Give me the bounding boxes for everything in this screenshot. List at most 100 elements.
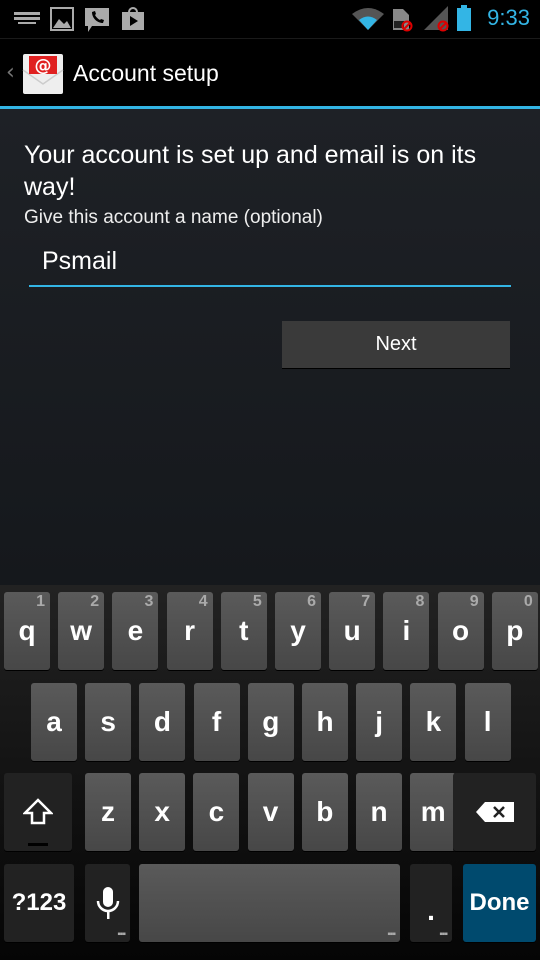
play-store-icon [122, 7, 144, 30]
signal-no-icon [424, 6, 449, 32]
key-hint: 2 [90, 593, 100, 610]
phone-message-icon [85, 8, 109, 32]
key-hint: 8 [415, 593, 425, 610]
key-label: x [154, 796, 170, 827]
voice-input-key[interactable]: ▪▪▪ [85, 864, 130, 942]
key-h[interactable]: h [302, 683, 348, 761]
key-hint: 5 [252, 593, 262, 610]
key-label: v [262, 796, 279, 827]
key-label: g [262, 706, 280, 737]
key-e[interactable]: e3 [112, 592, 159, 670]
content-area: Your account is set up and email is on i… [0, 109, 540, 585]
period-key[interactable]: . ▪▪▪ [410, 864, 452, 942]
key-c[interactable]: c [193, 773, 240, 851]
shift-indicator [28, 843, 48, 846]
key-label: ?123 [11, 889, 67, 916]
key-v[interactable]: v [247, 773, 294, 851]
key-label: k [425, 706, 442, 737]
account-name-input[interactable]: Psmail [29, 241, 511, 287]
key-f[interactable]: f [193, 683, 240, 761]
key-w[interactable]: w2 [58, 592, 105, 670]
key-label: f [211, 706, 222, 737]
key-hint: 1 [36, 593, 45, 610]
key-i[interactable]: i8 [383, 592, 430, 670]
shift-icon [23, 798, 53, 825]
done-key[interactable]: Done [463, 864, 536, 942]
key-label: d [153, 706, 171, 737]
key-p[interactable]: p0 [491, 592, 538, 670]
key-label: e [127, 615, 144, 646]
up-navigation-button[interactable]: ‹ @ [2, 48, 66, 100]
key-d[interactable]: d [139, 683, 186, 761]
key-label: c [208, 796, 225, 827]
key-label: s [100, 706, 116, 737]
key-label: b [316, 796, 334, 827]
key-g[interactable]: g [247, 683, 294, 761]
key-label: Done [469, 889, 530, 916]
microphone-icon [96, 887, 119, 919]
setup-heading: Your account is set up and email is on i… [24, 141, 477, 201]
key-a[interactable]: a [31, 683, 77, 761]
key-label: q [18, 615, 36, 646]
key-o[interactable]: o9 [437, 592, 484, 670]
space-key[interactable]: ▪▪▪ [139, 864, 400, 942]
key-label: t [239, 615, 249, 646]
more-keys-indicator: ▪▪▪ [439, 929, 448, 940]
key-label: y [290, 615, 306, 646]
key-y[interactable]: y6 [275, 592, 321, 670]
more-keys-indicator: ▪▪▪ [117, 929, 126, 940]
email-app-icon: @ [22, 54, 64, 94]
key-label: o [452, 615, 470, 646]
key-r[interactable]: r4 [166, 592, 213, 670]
wifi-icon [352, 8, 384, 30]
key-hint: 9 [469, 593, 479, 610]
chevron-left-icon: ‹ [6, 60, 15, 85]
key-label: h [316, 706, 334, 737]
key-b[interactable]: b [301, 773, 348, 851]
key-x[interactable]: x [139, 773, 186, 851]
key-k[interactable]: k [410, 683, 457, 761]
key-hint: 4 [198, 593, 208, 610]
backspace-key[interactable] [453, 773, 536, 851]
key-label: m [420, 796, 446, 827]
key-z[interactable]: z [85, 773, 131, 851]
status-bar: 9:33 [0, 0, 540, 38]
key-hint: 0 [523, 593, 533, 610]
key-hint: 3 [144, 593, 154, 610]
key-label: . [427, 895, 435, 926]
key-hint: 6 [307, 593, 316, 610]
shift-key[interactable] [4, 773, 72, 851]
svg-text:@: @ [35, 56, 52, 76]
account-name-label: Give this account a name (optional) [24, 207, 323, 228]
key-s[interactable]: s [85, 683, 132, 761]
keyboard-icon [14, 12, 40, 24]
key-l[interactable]: l [464, 683, 511, 761]
next-button[interactable]: Next [282, 321, 510, 368]
key-m[interactable]: m [410, 773, 457, 851]
key-label: z [101, 796, 115, 827]
key-label: i [402, 615, 411, 646]
key-u[interactable]: u7 [329, 592, 376, 670]
image-icon [50, 7, 74, 31]
battery-icon [457, 5, 471, 31]
key-label: r [184, 615, 196, 646]
symbols-key[interactable]: ?123 [4, 864, 74, 942]
key-q[interactable]: q1 [4, 592, 50, 670]
clock: 9:33 [487, 5, 530, 30]
account-name-value: Psmail [42, 247, 118, 275]
key-label: j [375, 706, 384, 737]
key-t[interactable]: t5 [220, 592, 267, 670]
key-label: a [46, 706, 62, 737]
key-label: w [70, 615, 93, 646]
key-j[interactable]: j [356, 683, 403, 761]
key-label: l [483, 706, 492, 737]
key-label: u [343, 615, 361, 646]
sim-no-icon [393, 9, 413, 32]
key-label: p [506, 615, 524, 646]
key-label: n [370, 796, 388, 827]
backspace-icon [475, 802, 514, 822]
key-hint: 7 [361, 593, 371, 610]
more-keys-indicator: ▪▪▪ [387, 929, 396, 940]
page-title: Account setup [73, 60, 219, 86]
key-n[interactable]: n [356, 773, 402, 851]
